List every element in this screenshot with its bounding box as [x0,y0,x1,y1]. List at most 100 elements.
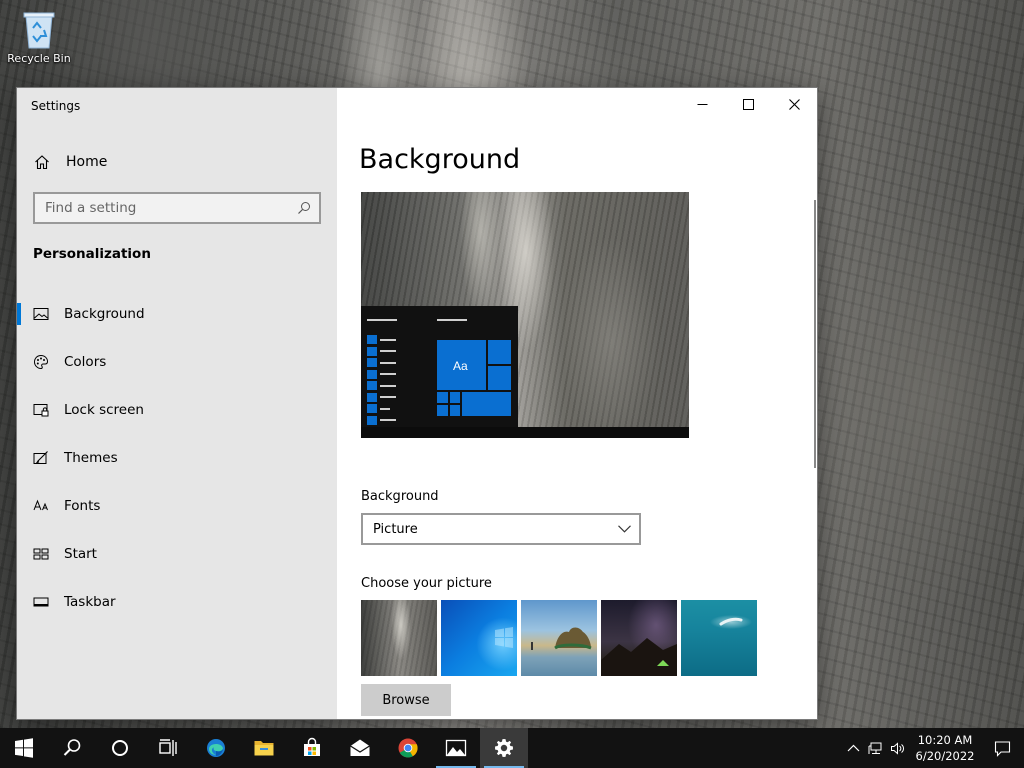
preview-line [367,319,397,321]
clock-date: 6/20/2022 [915,749,975,763]
maximize-button[interactable] [725,88,771,120]
sidebar-item-label: Colors [64,354,107,370]
palette-icon [33,354,49,370]
sidebar-item-background[interactable]: Background [17,290,337,338]
sidebar-item-label: Fonts [64,498,101,514]
preview-tile [450,392,460,403]
windows-logo-icon [495,627,513,648]
sidebar-item-colors[interactable]: Colors [17,338,337,386]
sidebar-item-start[interactable]: Start [17,530,337,578]
volume-icon [890,741,904,755]
content-scrollbar[interactable] [814,200,816,468]
mountain-night-icon [601,638,677,676]
settings-sidebar: Settings Home Personalization Background [17,88,337,719]
chevron-up-icon [847,744,859,751]
taskbar: 10:20 AM 6/20/2022 [0,728,1024,768]
cortana-button[interactable] [96,728,144,768]
preview-tile [488,340,511,364]
background-preview: Aa [361,192,689,438]
taskbar-edge-button[interactable] [192,728,240,768]
picture-thumbnail[interactable] [521,600,597,676]
browse-button[interactable]: Browse [361,684,451,716]
search-input[interactable] [45,200,297,216]
show-hidden-icons-button[interactable] [842,728,864,768]
dropdown-value: Picture [373,521,418,537]
search-icon [63,739,81,756]
mail-icon [350,739,370,756]
network-icon [868,742,881,754]
recycle-bin-label: Recycle Bin [7,52,71,65]
minimize-icon [697,103,707,105]
page-title: Background [359,144,521,175]
sidebar-item-label: Taskbar [64,594,116,610]
picture-thumbnail[interactable] [361,600,437,676]
picture-thumbnail[interactable] [681,600,757,676]
recycle-bin-icon [23,12,55,49]
sidebar-item-label: Background [64,306,145,322]
sidebar-item-themes[interactable]: Themes [17,434,337,482]
settings-window: Settings Home Personalization Background [16,87,818,720]
close-button[interactable] [771,88,817,120]
background-field-label: Background [361,489,439,504]
picture-thumbnail[interactable] [601,600,677,676]
window-title: Settings [31,99,81,113]
photos-icon [445,739,467,757]
close-icon [788,98,800,110]
system-tray: 10:20 AM 6/20/2022 [842,728,1024,768]
search-icon[interactable] [297,201,311,215]
start-icon [33,548,49,560]
preview-tile [488,366,511,390]
nav-home[interactable]: Home [17,146,337,178]
background-type-dropdown[interactable]: Picture [361,513,641,545]
notification-icon [994,740,1010,757]
taskbar-chrome-button[interactable] [384,728,432,768]
coast-rock-icon [531,627,592,650]
nav-list: Background Colors Lock screen Themes Fon… [17,290,337,626]
picture-icon [33,308,49,320]
start-button[interactable] [0,728,48,768]
task-view-button[interactable] [144,728,192,768]
clock-time: 10:20 AM [917,733,973,747]
window-caption-buttons [679,88,817,120]
lock-screen-icon [33,404,49,417]
taskbar-icon [33,597,49,607]
taskbar-settings-button[interactable] [480,728,528,768]
search-box[interactable] [33,192,321,224]
preview-tile [450,405,460,416]
picture-thumbnails [361,600,761,676]
taskbar-photos-button[interactable] [432,728,480,768]
task-view-icon [159,739,177,756]
settings-icon [495,739,513,757]
swimmer-icon [719,617,743,626]
sidebar-item-taskbar[interactable]: Taskbar [17,578,337,626]
sidebar-item-lock-screen[interactable]: Lock screen [17,386,337,434]
preview-tile [437,405,448,416]
chrome-icon [398,738,418,758]
picture-thumbnail[interactable] [441,600,517,676]
fonts-icon [33,499,48,511]
taskbar-mail-button[interactable] [336,728,384,768]
choose-picture-label: Choose your picture [361,576,492,591]
taskbar-file-explorer-button[interactable] [240,728,288,768]
sidebar-item-label: Lock screen [64,402,144,418]
sidebar-item-fonts[interactable]: Fonts [17,482,337,530]
edge-icon [207,739,225,757]
cortana-icon [112,740,128,756]
section-title: Personalization [33,246,151,262]
preview-app-list [367,334,396,426]
action-center-button[interactable] [980,728,1024,768]
preview-tile [462,392,511,416]
chevron-down-icon [618,525,631,533]
preview-tile [437,392,448,403]
recycle-bin-shortcut[interactable]: Recycle Bin [6,6,72,76]
sidebar-item-label: Themes [64,450,118,466]
taskbar-search-button[interactable] [48,728,96,768]
store-icon [304,737,320,756]
minimize-button[interactable] [679,88,725,120]
network-button[interactable] [864,728,886,768]
home-icon [35,155,49,170]
taskbar-store-button[interactable] [288,728,336,768]
sidebar-item-label: Start [64,546,97,562]
volume-button[interactable] [886,728,908,768]
taskbar-clock[interactable]: 10:20 AM 6/20/2022 [910,732,980,764]
